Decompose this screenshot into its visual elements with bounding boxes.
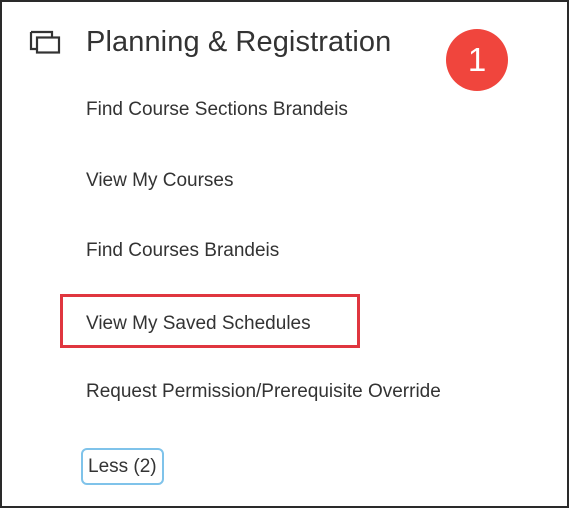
menu-item-view-saved-schedules[interactable]: View My Saved Schedules [86,313,311,335]
less-toggle-button[interactable]: Less (2) [81,448,164,485]
notification-badge: 1 [446,29,508,91]
stacked-windows-icon [28,29,62,55]
planning-registration-panel: Planning & Registration 1 Find Course Se… [0,0,569,508]
menu-item-find-course-sections[interactable]: Find Course Sections Brandeis [86,99,348,121]
page-title: Planning & Registration [86,25,392,58]
menu-item-view-my-courses[interactable]: View My Courses [86,170,233,192]
menu-item-request-override[interactable]: Request Permission/Prerequisite Override [86,381,441,403]
panel-header: Planning & Registration [28,22,391,62]
menu-item-find-courses[interactable]: Find Courses Brandeis [86,240,279,262]
